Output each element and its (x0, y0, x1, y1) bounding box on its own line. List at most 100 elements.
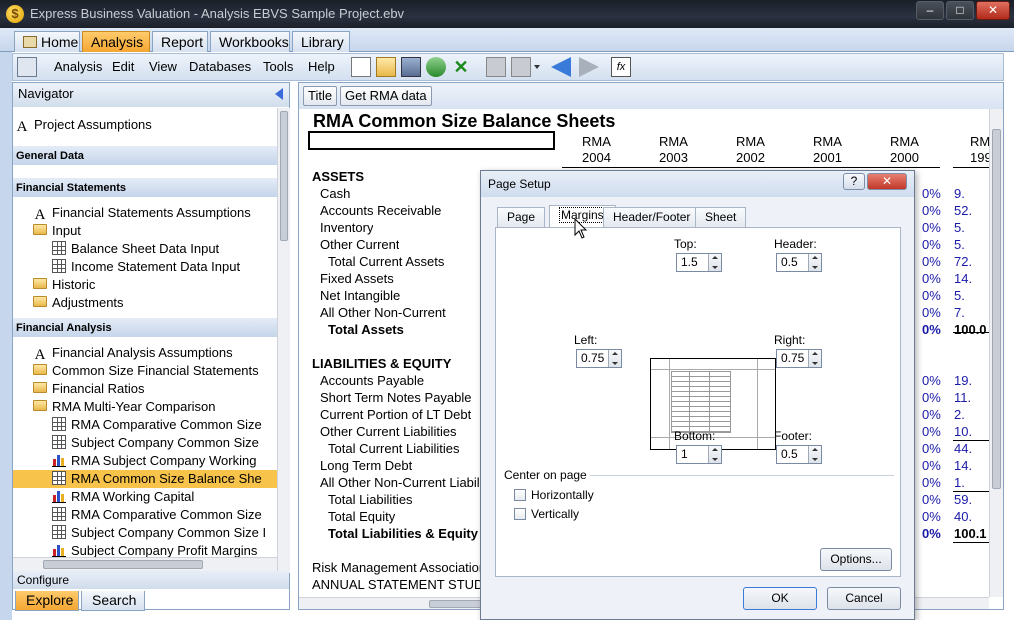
menu-edit[interactable]: Edit (112, 59, 134, 74)
col-header: RMA 2002 (736, 134, 765, 165)
nav-item-fs-assumptions[interactable]: A Financial Statements Assumptions (13, 204, 277, 222)
vertically-checkbox[interactable] (514, 508, 526, 520)
nav-item-fa-assumptions[interactable]: A Financial Analysis Assumptions (13, 344, 277, 362)
title-button[interactable]: Title (303, 86, 338, 106)
sheet-vertical-scrollbar[interactable] (989, 109, 1003, 597)
report-icon[interactable] (486, 57, 506, 77)
tab-page[interactable]: Page (497, 207, 546, 227)
tab-home[interactable]: Home (14, 31, 80, 52)
nav-item-profit-margins[interactable]: Subject Company Profit Margins (13, 542, 277, 557)
navigator-hscroll-thumb[interactable] (43, 560, 203, 569)
navigator-horizontal-scrollbar[interactable] (13, 557, 277, 571)
formula-icon[interactable]: fx (611, 57, 631, 77)
nav-item-adjustments[interactable]: Adjustments (13, 294, 277, 312)
spinner-arrows-icon[interactable] (708, 446, 721, 463)
nav-section-financial-statements[interactable]: Financial Statements (13, 177, 277, 197)
top-margin-value: 1.5 (681, 255, 698, 269)
spinner-arrows-icon[interactable] (808, 350, 821, 367)
tab-report[interactable]: Report (152, 31, 208, 52)
nav-item-label: Income Statement Data Input (71, 259, 241, 274)
app-menu-icon[interactable] (17, 57, 37, 77)
menu-toolbar: Analysis Edit View Databases Tools Help … (12, 53, 1004, 81)
nav-item-financial-ratios[interactable]: Financial Ratios (13, 380, 277, 398)
nav-item-historic[interactable]: Historic (13, 276, 277, 294)
print-icon[interactable] (426, 57, 446, 77)
nav-item-rma-subject-working[interactable]: RMA Subject Company Working (13, 452, 277, 470)
close-window-button[interactable]: ✕ (976, 1, 1010, 20)
tab-header-footer[interactable]: Header/Footer (603, 207, 701, 227)
help-button[interactable]: ? (843, 173, 865, 190)
menu-analysis[interactable]: Analysis (54, 59, 102, 74)
nav-item-rma-comparative[interactable]: RMA Comparative Common Size (13, 416, 277, 434)
new-document-icon[interactable] (351, 57, 371, 77)
nav-item-subject-common-size[interactable]: Subject Company Common Size (13, 434, 277, 452)
menu-tools[interactable]: Tools (263, 59, 293, 74)
liability-pct-cell: 0% (922, 373, 941, 388)
menu-help[interactable]: Help (308, 59, 335, 74)
left-margin-field[interactable]: 0.75 (576, 349, 622, 368)
tab-workbooks[interactable]: Workbooks (210, 31, 290, 52)
footer-margin-field[interactable]: 0.5 (776, 445, 822, 464)
nav-item-rma-working-capital[interactable]: RMA Working Capital (13, 488, 277, 506)
get-rma-data-button[interactable]: Get RMA data (340, 86, 432, 106)
maximize-button[interactable]: □ (946, 1, 974, 20)
spinner-arrows-icon[interactable] (708, 254, 721, 271)
right-margin-field[interactable]: 0.75 (776, 349, 822, 368)
group-divider (590, 475, 894, 476)
nav-item-common-size-fs[interactable]: Common Size Financial Statements (13, 362, 277, 380)
total-underline (953, 440, 989, 441)
horizontally-checkbox[interactable] (514, 489, 526, 501)
title-input-cell[interactable] (308, 131, 555, 150)
nav-item-rma-common-size-balance[interactable]: RMA Common Size Balance She (13, 470, 277, 488)
collapse-navigator-icon[interactable] (275, 88, 283, 100)
nav-item-input[interactable]: Input (13, 222, 277, 240)
assumptions-icon: A (34, 207, 46, 223)
liability-row-label: Long Term Debt (320, 458, 413, 473)
ok-button[interactable]: OK (743, 587, 817, 610)
footer-margin-value: 0.5 (781, 447, 798, 461)
dialog-title: Page Setup (488, 177, 551, 191)
tab-search[interactable]: Search (81, 591, 145, 611)
dialog-close-button[interactable]: ✕ (867, 173, 907, 190)
tab-home-label: Home (41, 34, 79, 50)
navigator-scroll-thumb[interactable] (280, 111, 288, 241)
nav-item-balance-sheet-input[interactable]: Balance Sheet Data Input (13, 240, 277, 258)
excel-export-icon[interactable]: ✕ (451, 57, 471, 77)
top-margin-field[interactable]: 1.5 (676, 253, 722, 272)
header-margin-field[interactable]: 0.5 (776, 253, 822, 272)
mouse-pointer-icon (574, 218, 588, 239)
back-arrow-icon[interactable] (551, 57, 571, 77)
spinner-arrows-icon[interactable] (608, 350, 621, 367)
forward-arrow-icon[interactable] (579, 57, 599, 77)
nav-item-subject-common-size-2[interactable]: Subject Company Common Size I (13, 524, 277, 542)
nav-item-rma-comparative-2[interactable]: RMA Comparative Common Size (13, 506, 277, 524)
sheet-scroll-thumb[interactable] (992, 129, 1001, 489)
spinner-arrows-icon[interactable] (808, 446, 821, 463)
nav-section-general-data[interactable]: General Data (13, 145, 277, 165)
nav-item-rma-multi-year[interactable]: RMA Multi-Year Comparison (13, 398, 277, 416)
tab-sheet[interactable]: Sheet (695, 207, 747, 227)
settings-icon[interactable] (511, 57, 531, 77)
spinner-arrows-icon[interactable] (808, 254, 821, 271)
minimize-button[interactable]: – (916, 1, 944, 20)
cancel-button[interactable]: Cancel (827, 587, 901, 610)
options-button[interactable]: Options... (820, 548, 892, 571)
tab-analysis[interactable]: Analysis (82, 31, 150, 52)
tab-library[interactable]: Library (292, 31, 350, 52)
navigator-vertical-scrollbar[interactable] (277, 108, 290, 573)
menu-databases[interactable]: Databases (189, 59, 251, 74)
save-disk-icon[interactable] (401, 57, 421, 77)
center-on-page-label: Center on page (504, 468, 587, 482)
asset-pct-cell: 0% (922, 220, 941, 235)
open-folder-icon[interactable] (376, 57, 396, 77)
worksheet-icon (52, 471, 66, 485)
nav-item-project-assumptions[interactable]: A Project Assumptions (13, 116, 277, 134)
bottom-margin-field[interactable]: 1 (676, 445, 722, 464)
settings-dropdown-icon[interactable] (534, 65, 540, 72)
configure-bar[interactable]: Configure (13, 571, 289, 589)
nav-item-income-statement-input[interactable]: Income Statement Data Input (13, 258, 277, 276)
menu-view[interactable]: View (149, 59, 177, 74)
asset-pct-cell: 0% (922, 288, 941, 303)
tab-explore[interactable]: Explore (15, 591, 79, 611)
nav-section-financial-analysis[interactable]: Financial Analysis (13, 317, 277, 337)
